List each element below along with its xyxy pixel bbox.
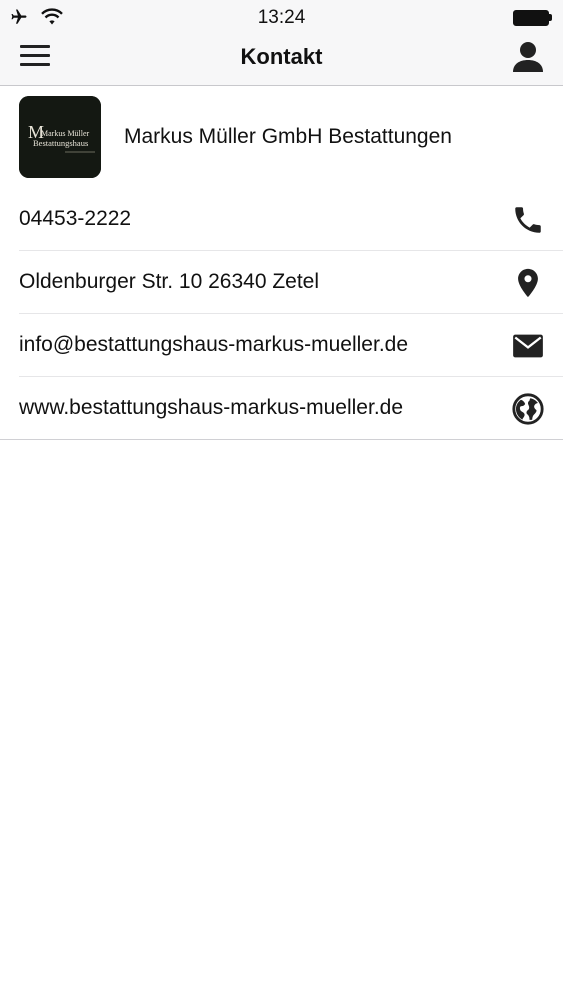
company-logo: M Markus Müller Bestattungshaus — [19, 96, 101, 178]
website-url: www.bestattungshaus-markus-mueller.de — [19, 396, 404, 419]
address: Oldenburger Str. 10 26340 Zetel — [19, 270, 320, 293]
status-time: 13:24 — [257, 7, 306, 28]
page-title: Kontakt — [240, 44, 323, 69]
company-header: M Markus Müller Bestattungshaus Markus M… — [0, 86, 563, 188]
phone-icon[interactable] — [511, 203, 545, 237]
mail-icon[interactable] — [511, 329, 545, 363]
contact-content: M Markus Müller Bestattungshaus Markus M… — [0, 86, 563, 440]
person-icon[interactable] — [511, 40, 545, 74]
contact-website-row[interactable]: www.bestattungshaus-markus-mueller.de — [19, 377, 563, 439]
globe-icon[interactable] — [511, 392, 545, 426]
svg-text:Markus Müller: Markus Müller — [41, 129, 90, 138]
contact-list: 04453-2222 Oldenburger Str. 10 26340 Zet… — [0, 188, 563, 440]
contact-email-row[interactable]: info@bestattungshaus-markus-mueller.de — [19, 314, 563, 377]
svg-text:Bestattungshaus: Bestattungshaus — [33, 138, 88, 148]
battery-icon — [513, 10, 553, 26]
navigation-bar: Kontakt — [0, 34, 563, 86]
email-address: info@bestattungshaus-markus-mueller.de — [19, 333, 409, 356]
status-bar: 13:24 — [0, 0, 563, 34]
contact-phone-row[interactable]: 04453-2222 — [19, 188, 563, 251]
phone-number: 04453-2222 — [19, 207, 132, 230]
location-pin-icon[interactable] — [511, 266, 545, 300]
company-name: Markus Müller GmbH Bestattungen — [124, 125, 452, 148]
contact-address-row[interactable]: Oldenburger Str. 10 26340 Zetel — [19, 251, 563, 314]
